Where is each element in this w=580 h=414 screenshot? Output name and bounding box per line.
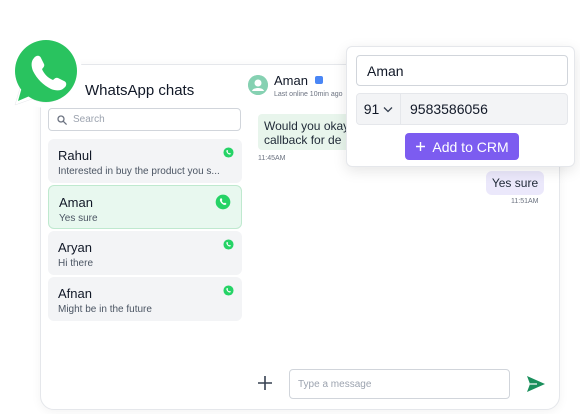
- crm-contact-panel: Aman 91 9583586056 Add to CRM: [346, 46, 575, 167]
- chat-contact-name: Aryan: [58, 240, 92, 255]
- sidebar-title: WhatsApp chats: [85, 82, 195, 99]
- chat-contact-name: Rahul: [58, 148, 92, 163]
- plus-icon[interactable]: [256, 374, 274, 392]
- add-to-crm-label: Add to CRM: [432, 138, 509, 155]
- chat-contact-name: Afnan: [58, 286, 92, 301]
- last-online-status: Last online 10min ago: [274, 91, 343, 98]
- message-text-line: callback for de: [264, 133, 342, 147]
- chat-list-item[interactable]: Afnan Might be in the future: [48, 277, 242, 321]
- phone-number-input[interactable]: 9583586056: [401, 94, 488, 124]
- chat-last-message: Hi there: [58, 258, 94, 269]
- chat-search[interactable]: [48, 108, 241, 131]
- chat-list-item[interactable]: Aryan Hi there: [48, 231, 242, 275]
- conversation-contact-name: Aman: [274, 73, 308, 88]
- contact-name-field[interactable]: Aman: [356, 55, 568, 86]
- country-code-select[interactable]: 91: [357, 94, 401, 124]
- search-icon: [57, 114, 67, 125]
- outgoing-message-bubble: Yes sure: [486, 171, 544, 195]
- chat-list-item-active[interactable]: Aman Yes sure: [48, 185, 242, 229]
- whatsapp-icon: [215, 194, 231, 210]
- whatsapp-icon: [223, 239, 234, 250]
- chevron-down-icon: [383, 106, 393, 112]
- chat-last-message: Interested in buy the product you s...: [58, 166, 220, 177]
- plus-icon: [416, 142, 426, 151]
- chat-last-message: Might be in the future: [58, 304, 152, 315]
- whatsapp-logo-icon: [10, 36, 82, 108]
- message-timestamp: 11:51AM: [511, 198, 539, 205]
- verified-badge-icon: [315, 76, 323, 84]
- incoming-message-bubble: Would you okay callback for de: [258, 114, 352, 150]
- avatar: [248, 75, 268, 95]
- message-text-line: Would you okay: [264, 119, 350, 133]
- chat-list-item[interactable]: Rahul Interested in buy the product you …: [48, 139, 242, 183]
- country-code-value: 91: [363, 101, 380, 117]
- chat-last-message: Yes sure: [59, 213, 98, 224]
- message-input[interactable]: Type a message: [289, 369, 510, 399]
- send-icon[interactable]: [526, 375, 546, 393]
- message-text: Yes sure: [491, 176, 539, 190]
- chat-contact-name: Aman: [59, 195, 93, 210]
- search-input[interactable]: [73, 114, 223, 125]
- whatsapp-icon: [223, 285, 234, 296]
- whatsapp-icon: [223, 147, 234, 158]
- phone-field: 91 9583586056: [356, 93, 568, 125]
- message-timestamp: 11:45AM: [258, 155, 286, 162]
- add-to-crm-button[interactable]: Add to CRM: [405, 133, 519, 160]
